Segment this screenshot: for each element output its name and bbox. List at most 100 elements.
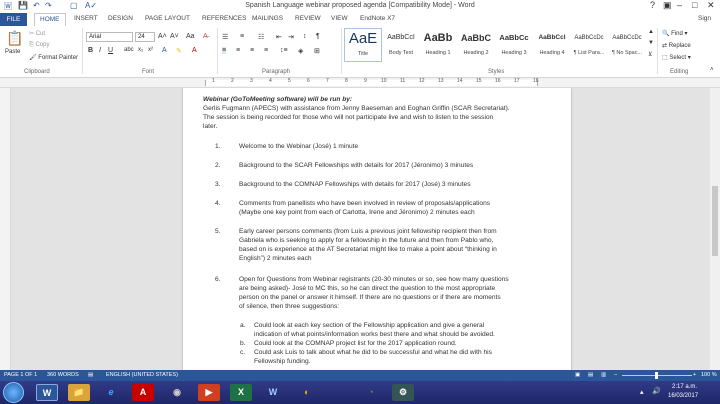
format-painter-button[interactable]: 🖌 Format Painter [29,54,78,61]
style-heading-2[interactable]: AaBbC Heading 2 [457,28,495,62]
zoom-out-icon[interactable]: – [614,372,617,378]
subscript-icon[interactable]: x₂ [138,47,143,53]
taskbar-app-icon[interactable]: ◉ [166,384,188,401]
align-right-icon[interactable]: ≡ [250,47,254,54]
language-indicator[interactable]: ENGLISH (UNITED STATES) [106,372,178,378]
find-button[interactable]: 🔍 Find ▾ [662,30,688,37]
vertical-ruler[interactable] [0,88,11,370]
line-spacing-icon[interactable]: ↕≡ [280,47,288,54]
style-no-spacing[interactable]: AaBbCcDc ¶ No Spac... [608,28,646,62]
styles-scroll-down-icon[interactable]: ▼ [648,40,654,46]
volume-icon[interactable]: 🔊 [652,387,661,395]
zoom-slider-thumb[interactable] [655,372,658,379]
ruler-number: 8 [345,78,348,84]
font-size-select[interactable]: 24 [135,32,155,42]
bold-icon[interactable]: B [88,47,93,54]
tab-insert[interactable]: INSERT [74,15,98,22]
collapse-ribbon-icon[interactable]: ˄ [710,67,714,73]
tab-home[interactable]: HOME [34,13,66,27]
paste-label[interactable]: Paste [5,49,20,55]
clear-format-icon[interactable]: A̶ [203,33,208,40]
underline-icon[interactable]: U [108,47,113,54]
taskbar-word-icon[interactable]: W [36,384,58,401]
taskbar-app-icon[interactable]: ⚙ [392,384,414,401]
italic-icon[interactable]: I [99,47,101,54]
list-text: Open for Questions from Webinar registra… [239,276,509,283]
tab-design[interactable]: DESIGN [108,15,133,22]
tab-references[interactable]: REFERENCES [202,15,246,22]
styles-more-icon[interactable]: ⊻ [648,51,652,58]
maximize-button[interactable]: □ [692,0,697,10]
zoom-level[interactable]: 100 % [701,372,717,378]
superscript-icon[interactable]: x² [148,47,153,53]
style-heading-4[interactable]: AaBbCcI Heading 4 [533,28,571,62]
shading-icon[interactable]: ◈ [298,47,303,55]
text-effects-icon[interactable]: A [162,47,167,54]
word-count[interactable]: 360 WORDS [47,372,79,378]
taskbar-excel-icon[interactable]: X [230,384,252,401]
font-color-icon[interactable]: A [192,47,197,54]
font-name-select[interactable]: Arial [86,32,133,42]
copy-button[interactable]: ⎘ Copy [29,42,49,49]
user-signin[interactable]: Sign [698,15,711,22]
tab-endnote[interactable]: EndNote X7 [360,15,395,22]
tab-view[interactable]: VIEW [331,15,348,22]
tab-page-layout[interactable]: PAGE LAYOUT [145,15,190,22]
clock-time[interactable]: 2:17 a.m. [672,384,697,390]
cut-button[interactable]: ✂ Cut [29,30,45,37]
minimize-button[interactable]: – [677,0,682,10]
styles-scroll-up-icon[interactable]: ▲ [648,29,654,35]
horizontal-ruler[interactable]: 1 2 3 4 5 6 7 8 9 10 11 12 13 14 15 16 1… [0,78,720,88]
proofing-icon[interactable]: ▤ [88,372,93,378]
shrink-font-icon[interactable]: A˅ [170,33,179,40]
change-case-icon[interactable]: Aa [186,33,195,40]
sort-icon[interactable]: ↕ [303,33,307,40]
style-heading-3[interactable]: AaBbCc Heading 3 [495,28,533,62]
ribbon-options-button[interactable]: ▣ [663,0,672,11]
decrease-indent-icon[interactable]: ⇤ [276,33,282,41]
clock-date[interactable]: 16/03/2017 [668,393,698,399]
align-center-icon[interactable]: ≡ [236,47,240,54]
replace-button[interactable]: ⇄ Replace [662,42,691,49]
taskbar-media-icon[interactable]: ▶ [198,384,220,401]
document-page[interactable]: Webinar (GoToMeeting software) will be r… [183,88,571,370]
replace-label: Replace [668,43,691,49]
multilevel-list-icon[interactable]: ☷ [258,33,264,41]
taskbar-ie-icon[interactable]: e [100,384,122,401]
style-body-text[interactable]: AaBbCcI Body Text [382,28,420,62]
tab-review[interactable]: REVIEW [295,15,321,22]
taskbar-app-icon[interactable]: ◐ [296,384,318,401]
tab-file[interactable]: FILE [0,13,27,26]
start-button[interactable] [3,382,24,403]
taskbar-chrome-icon[interactable]: ◔ [360,384,382,401]
show-formatting-icon[interactable]: ¶ [316,33,320,40]
tab-mailings[interactable]: MAILINGS [252,15,283,22]
bullets-icon[interactable]: ☰ [222,33,228,41]
borders-icon[interactable]: ⊞ [314,47,320,55]
highlight-icon[interactable]: ✎ [176,47,182,55]
increase-indent-icon[interactable]: ⇥ [288,33,294,41]
style-list-paragraph[interactable]: AaBbCcDc ¶ List Para... [570,28,608,62]
help-button[interactable]: ? [650,0,655,10]
select-button[interactable]: ⬚ Select ▾ [662,54,691,61]
justify-icon[interactable]: ≡ [264,47,268,54]
zoom-in-icon[interactable]: + [693,372,696,378]
align-left-icon[interactable]: ≡ [222,47,227,54]
taskbar-acrobat-icon[interactable]: A [132,384,154,401]
vertical-scrollbar[interactable] [710,88,720,370]
strikethrough-icon[interactable]: abc [124,47,134,53]
close-button[interactable]: ✕ [707,0,715,11]
page-count[interactable]: PAGE 1 OF 1 [4,372,37,378]
style-heading-1[interactable]: AaBb Heading 1 [419,28,457,62]
grow-font-icon[interactable]: A˄ [158,33,167,40]
tray-arrow-icon[interactable]: ▴ [640,388,644,396]
style-title[interactable]: AaE Title [344,28,382,62]
paste-icon[interactable]: 📋 [6,30,23,47]
web-layout-icon[interactable]: ▥ [601,372,606,378]
taskbar-app-icon[interactable]: W [262,384,284,401]
taskbar-explorer-icon[interactable]: 📁 [68,384,90,401]
numbering-icon[interactable]: ≡ [240,33,244,40]
print-layout-icon[interactable]: ▤ [588,372,593,378]
scrollbar-thumb[interactable] [712,186,718,256]
read-mode-icon[interactable]: ▣ [575,372,580,378]
